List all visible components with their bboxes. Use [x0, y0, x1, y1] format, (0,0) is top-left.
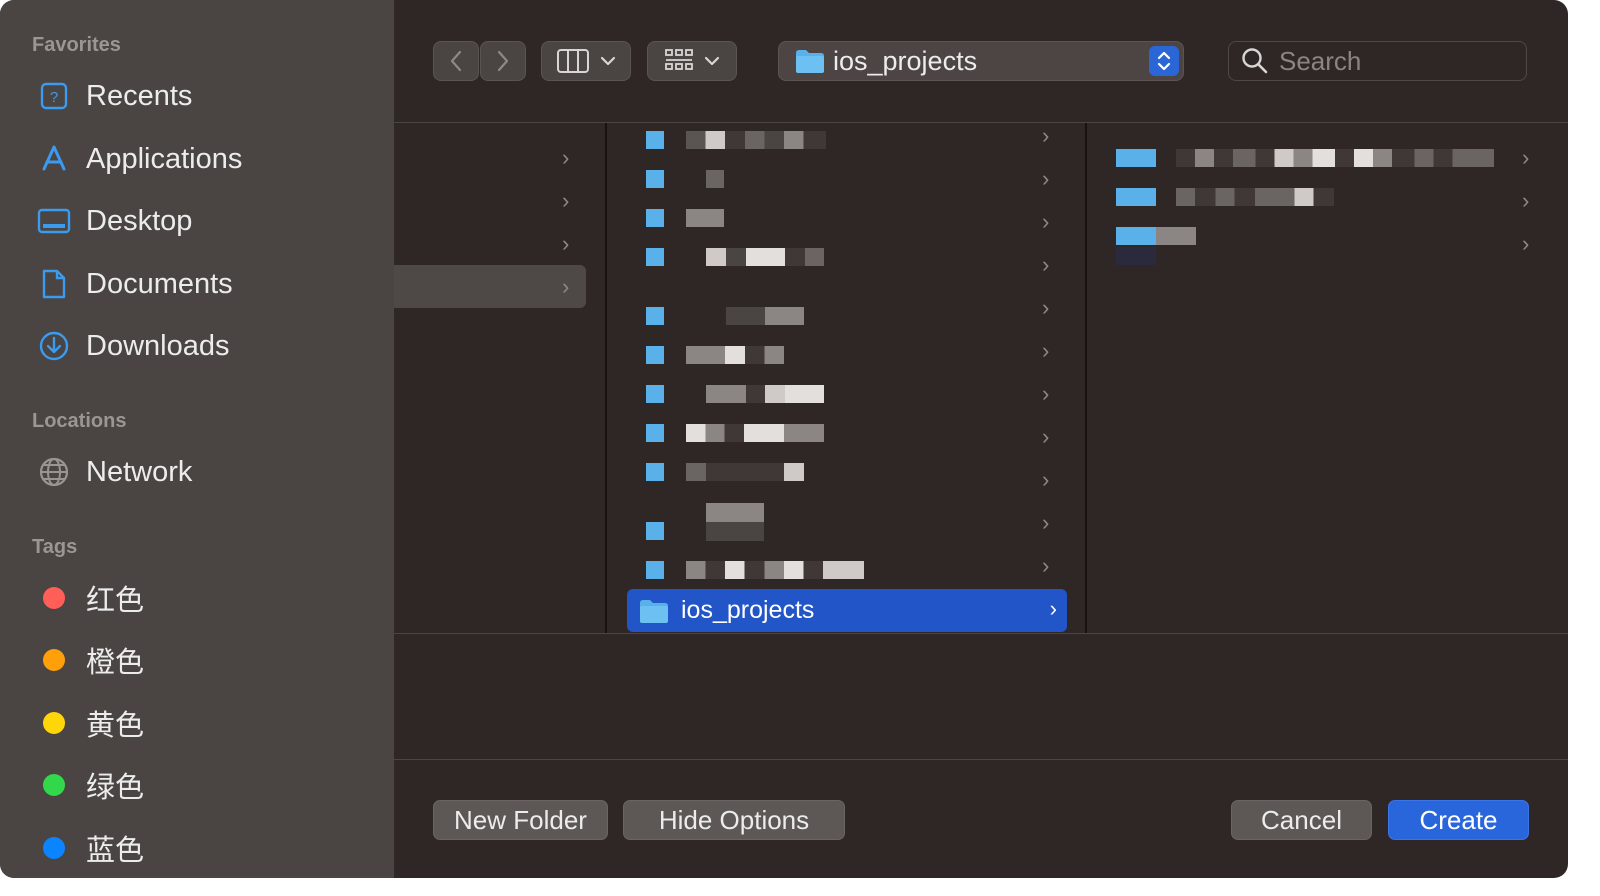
chevron-right-icon: › [1042, 338, 1050, 363]
up-down-arrows-icon [1157, 51, 1171, 71]
chevron-right-icon: › [1042, 467, 1050, 492]
location-popup-label: ios_projects [833, 45, 978, 76]
sidebar-tag-green[interactable]: 绿色 [20, 760, 380, 810]
sidebar-item-documents[interactable]: Documents [20, 259, 380, 309]
sidebar-item-downloads[interactable]: Downloads [20, 321, 380, 371]
chevron-right-icon: › [562, 145, 570, 170]
sidebar-item-label: Recents [86, 79, 193, 112]
favorites-header: Favorites [32, 34, 121, 56]
selected-folder-label: ios_projects [681, 596, 815, 624]
sidebar-item-network[interactable]: Network [20, 447, 380, 497]
chevron-right-icon: › [1522, 188, 1530, 213]
selected-folder-row[interactable]: ios_projects › [627, 589, 1067, 632]
chevron-left-icon [450, 50, 462, 72]
column-browser: › › › › › › › › › › › › › › › ios_projec… [394, 122, 1568, 634]
back-button[interactable] [433, 41, 479, 81]
folder-icon [640, 599, 668, 623]
save-dialog: Favorites ? Recents Applications Desktop… [0, 0, 1568, 878]
column-view-icon [557, 49, 589, 73]
chevron-right-icon: › [1042, 381, 1050, 406]
footer-divider [394, 759, 1568, 760]
cancel-button[interactable]: Cancel [1231, 800, 1372, 840]
documents-icon [36, 266, 72, 302]
sidebar-item-label: Documents [86, 267, 233, 300]
recents-icon: ? [36, 78, 72, 114]
tag-dot-icon [36, 642, 72, 678]
chevron-right-icon: › [562, 274, 570, 299]
sidebar-item-recents[interactable]: ? Recents [20, 71, 380, 121]
chevron-right-icon: › [1042, 553, 1050, 578]
sidebar-item-label: 红色 [86, 585, 145, 617]
tag-dot-icon [36, 580, 72, 616]
desktop-icon [36, 203, 72, 239]
locations-header: Locations [32, 410, 127, 432]
tag-dot-icon [36, 705, 72, 741]
sidebar-tag-yellow[interactable]: 黄色 [20, 698, 380, 748]
chevron-right-icon: › [1042, 424, 1050, 449]
chevron-right-icon: › [1049, 596, 1057, 621]
sidebar-item-label: Network [86, 455, 193, 488]
sidebar-item-label: Downloads [86, 329, 230, 362]
sidebar-tag-blue[interactable]: 蓝色 [20, 823, 380, 873]
sidebar-item-applications[interactable]: Applications [20, 134, 380, 184]
chevron-right-icon: › [1522, 145, 1530, 170]
forward-button[interactable] [480, 41, 526, 81]
chevron-right-icon: › [1522, 231, 1530, 256]
view-mode-button[interactable] [541, 41, 631, 81]
search-field[interactable] [1228, 41, 1527, 81]
popup-stepper [1149, 46, 1179, 76]
chevron-right-icon: › [1042, 295, 1050, 320]
column-divider [605, 123, 607, 633]
group-button[interactable] [647, 41, 737, 81]
chevron-right-icon: › [1042, 510, 1050, 535]
search-icon [1242, 48, 1268, 74]
chevron-right-icon: › [562, 231, 570, 256]
sidebar-item-label: 黄色 [86, 710, 145, 742]
chevron-right-icon: › [1042, 123, 1050, 148]
search-input[interactable] [1277, 44, 1511, 78]
hide-options-button[interactable]: Hide Options [623, 800, 845, 840]
chevron-down-icon [600, 56, 616, 66]
downloads-icon [36, 328, 72, 364]
sidebar-item-label: Applications [86, 142, 243, 175]
sidebar-item-label: 橙色 [86, 647, 145, 679]
tags-header: Tags [32, 536, 78, 558]
sidebar: Favorites ? Recents Applications Desktop… [0, 0, 394, 878]
chevron-down-icon [704, 56, 720, 66]
folder-icon [796, 50, 824, 73]
chevron-right-icon: › [1042, 252, 1050, 277]
location-popup[interactable]: ios_projects [778, 41, 1184, 81]
column-divider [1085, 123, 1087, 633]
svg-text:?: ? [50, 89, 58, 106]
tag-dot-icon [36, 767, 72, 803]
column1-selected-row[interactable] [394, 265, 586, 308]
grid-icon [665, 49, 693, 70]
sidebar-item-label: 蓝色 [86, 835, 145, 867]
sidebar-item-desktop[interactable]: Desktop [20, 196, 380, 246]
sidebar-tag-orange[interactable]: 橙色 [20, 635, 380, 685]
sidebar-item-label: Desktop [86, 204, 193, 237]
chevron-right-icon: › [1042, 166, 1050, 191]
sidebar-item-label: 绿色 [86, 772, 145, 804]
applications-icon [36, 141, 72, 177]
create-button[interactable]: Create [1388, 800, 1529, 840]
tag-dot-icon [36, 830, 72, 866]
sidebar-tag-red[interactable]: 红色 [20, 573, 380, 623]
chevron-right-icon: › [1042, 209, 1050, 234]
new-folder-button[interactable]: New Folder [433, 800, 608, 840]
chevron-right-icon [497, 50, 509, 72]
network-icon [36, 454, 72, 490]
chevron-right-icon: › [562, 188, 570, 213]
